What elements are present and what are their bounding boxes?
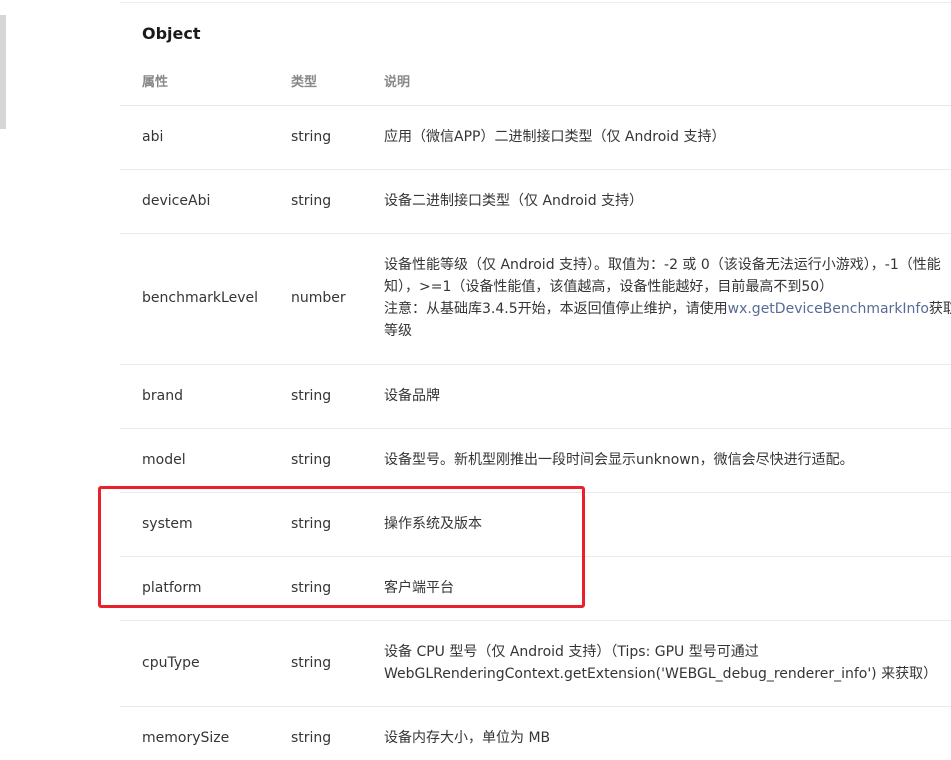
prop-description: 应用（微信APP）二进制接口类型（仅 Android 支持）	[384, 129, 726, 145]
prop-description: 设备内存大小，单位为 MB	[384, 730, 551, 746]
prop-type: string	[291, 655, 332, 671]
prop-type: string	[291, 730, 332, 746]
prop-name: brand	[142, 388, 183, 404]
prop-description: 设备 CPU 型号（仅 Android 支持）（Tips: GPU 型号可通过 …	[384, 641, 937, 685]
table-row: abi string 应用（微信APP）二进制接口类型（仅 Android 支持…	[120, 106, 951, 170]
top-divider	[120, 2, 951, 3]
table-row: benchmarkLevel number 设备性能等级（仅 Android 支…	[120, 234, 951, 365]
prop-description: 设备性能等级（仅 Android 支持）。取值为：-2 或 0（该设备无法运行小…	[384, 254, 951, 342]
doc-page: Object 属性 类型 说明 abi string 应用（微信APP）二进制接…	[0, 0, 951, 760]
desc-line: 等级	[384, 323, 412, 339]
prop-description: 操作系统及版本	[384, 516, 482, 532]
property-table: 属性 类型 说明 abi string 应用（微信APP）二进制接口类型（仅 A…	[120, 64, 951, 760]
desc-line: 设备 CPU 型号（仅 Android 支持）（Tips: GPU 型号可通过	[384, 644, 759, 660]
prop-name: cpuType	[142, 655, 200, 671]
desc-line: 注意：从基础库3.4.5开始，本返回值停止维护，请使用wx.getDeviceB…	[384, 298, 951, 320]
prop-name: system	[142, 516, 193, 532]
table-header-row: 属性 类型 说明	[120, 64, 951, 106]
table-row: platform string 客户端平台	[120, 557, 951, 621]
prop-name: memorySize	[142, 730, 230, 746]
prop-type: number	[291, 290, 346, 306]
benchmark-info-link[interactable]: wx.getDeviceBenchmarkInfo	[728, 301, 929, 317]
prop-type: string	[291, 452, 332, 468]
table-row: memorySize string 设备内存大小，单位为 MB	[120, 707, 951, 760]
table-row: model string 设备型号。新机型刚推出一段时间会显示unknown，微…	[120, 429, 951, 493]
prop-type: string	[291, 193, 332, 209]
desc-line: WebGLRenderingContext.getExtension('WEBG…	[384, 666, 938, 682]
section-title: Object	[142, 24, 201, 43]
desc-text: 获取设	[928, 301, 951, 317]
prop-type: string	[291, 516, 332, 532]
desc-text: 注意：从基础库3.4.5开始，本返回值停止维护，请使用	[384, 301, 728, 317]
prop-type: string	[291, 388, 332, 404]
prop-description: 设备二进制接口类型（仅 Android 支持）	[384, 193, 644, 209]
prop-name: model	[142, 452, 186, 468]
prop-description: 设备型号。新机型刚推出一段时间会显示unknown，微信会尽快进行适配。	[384, 452, 854, 468]
prop-description: 客户端平台	[384, 580, 454, 596]
desc-line: 知），>=1（设备性能值，该值越高，设备性能越好，目前最高不到50）	[384, 279, 834, 295]
table-row: brand string 设备品牌	[120, 365, 951, 429]
header-description: 说明	[384, 75, 411, 90]
header-type: 类型	[291, 75, 318, 90]
prop-type: string	[291, 129, 332, 145]
prop-name: deviceAbi	[142, 193, 211, 209]
prop-name: benchmarkLevel	[142, 290, 258, 306]
prop-name: abi	[142, 129, 164, 145]
prop-type: string	[291, 580, 332, 596]
prop-name: platform	[142, 580, 202, 596]
scroll-indicator[interactable]	[0, 15, 6, 129]
header-property: 属性	[142, 75, 169, 90]
prop-description: 设备品牌	[384, 388, 440, 404]
desc-line: 设备性能等级（仅 Android 支持）。取值为：-2 或 0（该设备无法运行小…	[384, 257, 941, 273]
table-row: deviceAbi string 设备二进制接口类型（仅 Android 支持）	[120, 170, 951, 234]
table-row: cpuType string 设备 CPU 型号（仅 Android 支持）（T…	[120, 621, 951, 707]
table-row: system string 操作系统及版本	[120, 493, 951, 557]
